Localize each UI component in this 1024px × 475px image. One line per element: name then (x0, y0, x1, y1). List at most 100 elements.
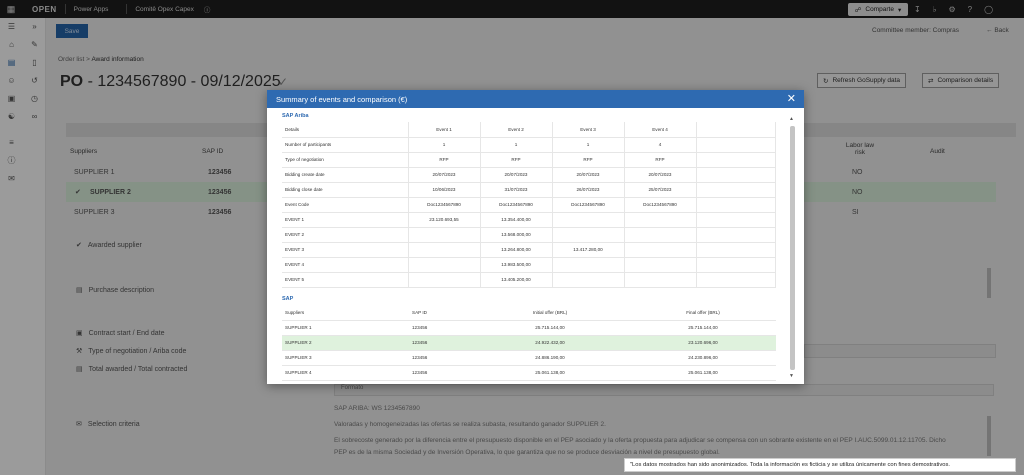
sap-section-label: SAP (282, 296, 294, 302)
cell: 1 (552, 137, 625, 153)
row-label: EVENT 4 (282, 257, 409, 273)
event-row: EVENT 3 13.264.800,00 13.417.280,00 (282, 242, 776, 258)
cell-pad (696, 197, 776, 213)
row-label: EVENT 1 (282, 212, 409, 228)
details-row: Bidding close date 10/06/2023 31/07/2023 26… (282, 182, 776, 198)
cell-pad (696, 137, 776, 153)
row-label: Details (282, 122, 409, 138)
cell (624, 212, 697, 228)
cell (408, 242, 481, 258)
sap-offers-table: Suppliers SAP ID Initial offer (BRL) Final … (282, 305, 776, 381)
close-icon[interactable]: ✕ (787, 92, 796, 105)
cell-pad (696, 212, 776, 228)
scroll-thumb[interactable] (790, 126, 795, 370)
cell: 20/07/2023 (480, 167, 553, 183)
cell: 25.715.144,00 (630, 320, 776, 336)
cell-pad (696, 272, 776, 288)
cell: SUPPLIER 3 (282, 350, 409, 366)
row-label: EVENT 5 (282, 272, 409, 288)
details-header-row: Details Event 1 Event 2 Event 3 Event 4 (282, 122, 776, 138)
anonymization-notice: "Los datos mostrados han sido anonimizad… (624, 458, 1016, 472)
cell: 31/07/2023 (480, 182, 553, 198)
row-label: EVENT 3 (282, 242, 409, 258)
cell (552, 212, 625, 228)
cell (624, 242, 697, 258)
cell: 20/07/2023 (408, 167, 481, 183)
cell: 25.061.138,00 (630, 365, 776, 381)
sap-row: SUPPLIER 2 123456 24.922.432,00 23.120.696,… (282, 335, 776, 351)
modal-scrollbar[interactable]: ▲ ▼ (789, 116, 795, 380)
event-row: EVENT 4 13.983.500,00 (282, 257, 776, 273)
cell (552, 227, 625, 243)
cell (624, 227, 697, 243)
cell (624, 257, 697, 273)
cell: 13.405.200,00 (480, 272, 553, 288)
cell: SUPPLIER 2 (282, 335, 409, 351)
cell: SAP ID (409, 305, 470, 321)
event-row: EVENT 5 13.405.200,00 (282, 272, 776, 288)
cell: 123456 (409, 350, 470, 366)
modal-title: Summary of events and comparison (€) (276, 94, 408, 104)
row-label: Event Code (282, 197, 409, 213)
cell: Event 2 (480, 122, 553, 138)
cell: 13.568.000,00 (480, 227, 553, 243)
row-label: Type of negotiation (282, 152, 409, 168)
cell: Doc1234567890 (408, 197, 481, 213)
cell (552, 272, 625, 288)
cell: SUPPLIER 4 (282, 365, 409, 381)
scroll-down-icon[interactable]: ▼ (789, 373, 794, 379)
row-label: Bidding create date (282, 167, 409, 183)
sap-row: SUPPLIER 1 123456 25.715.144,00 25.715.144,… (282, 320, 776, 336)
cell: Doc1234567890 (480, 197, 553, 213)
cell: 26/07/2023 (552, 182, 625, 198)
cell: RFP (624, 152, 697, 168)
cell: SUPPLIER 1 (282, 320, 409, 336)
cell: 13.354.400,00 (480, 212, 553, 228)
cell: Doc1234567890 (624, 197, 697, 213)
event-row: EVENT 2 13.568.000,00 (282, 227, 776, 243)
details-row: Number of participants 1 1 1 4 (282, 137, 776, 153)
row-label: Bidding close date (282, 182, 409, 198)
cell: 4 (624, 137, 697, 153)
details-row: Type of negotiation RFP RFP RFP RFP (282, 152, 776, 168)
cell: 10/06/2023 (408, 182, 481, 198)
cell: Event 1 (408, 122, 481, 138)
cell-pad (696, 257, 776, 273)
cell: Event 3 (552, 122, 625, 138)
cell: 123456 (409, 320, 470, 336)
cell: Event 4 (624, 122, 697, 138)
cell: RFP (552, 152, 625, 168)
cell: 1 (480, 137, 553, 153)
modal-header: Summary of events and comparison (€) ✕ (267, 90, 804, 108)
cell (624, 272, 697, 288)
modal-body: SAP Ariba Details Event 1 Event 2 Event 3 Ev… (267, 108, 804, 384)
cell (408, 227, 481, 243)
sap-row: SUPPLIER 3 123456 24.886.190,00 24.230.896,… (282, 350, 776, 366)
cell: 25/07/2023 (624, 182, 697, 198)
row-label: Number of participants (282, 137, 409, 153)
cell: 13.983.500,00 (480, 257, 553, 273)
cell: 13.417.280,00 (552, 242, 625, 258)
cell: 25.061.138,00 (470, 365, 630, 381)
cell: Initial offer (BRL) (470, 305, 630, 321)
events-details-table: Details Event 1 Event 2 Event 3 Event 4 Numbe… (282, 122, 776, 288)
cell-pad (696, 227, 776, 243)
cell-pad (696, 152, 776, 168)
cell: 24.886.190,00 (470, 350, 630, 366)
details-row: Event Code Doc1234567890 Doc1234567890 Doc1… (282, 197, 776, 213)
row-label: EVENT 2 (282, 227, 409, 243)
cell: 123456 (409, 365, 470, 381)
cell (552, 257, 625, 273)
cell: 13.264.800,00 (480, 242, 553, 258)
cell: 24.922.432,00 (470, 335, 630, 351)
cell: 23.120.693,55 (408, 212, 481, 228)
cell-pad (696, 122, 776, 138)
event-row: EVENT 1 23.120.693,55 13.354.400,00 (282, 212, 776, 228)
scroll-up-icon[interactable]: ▲ (789, 116, 794, 122)
cell: 24.230.896,00 (630, 350, 776, 366)
cell (408, 257, 481, 273)
cell-pad (696, 242, 776, 258)
cell: Suppliers (282, 305, 409, 321)
cell: 123456 (409, 335, 470, 351)
sap-ariba-section-label: SAP Ariba (282, 113, 309, 119)
